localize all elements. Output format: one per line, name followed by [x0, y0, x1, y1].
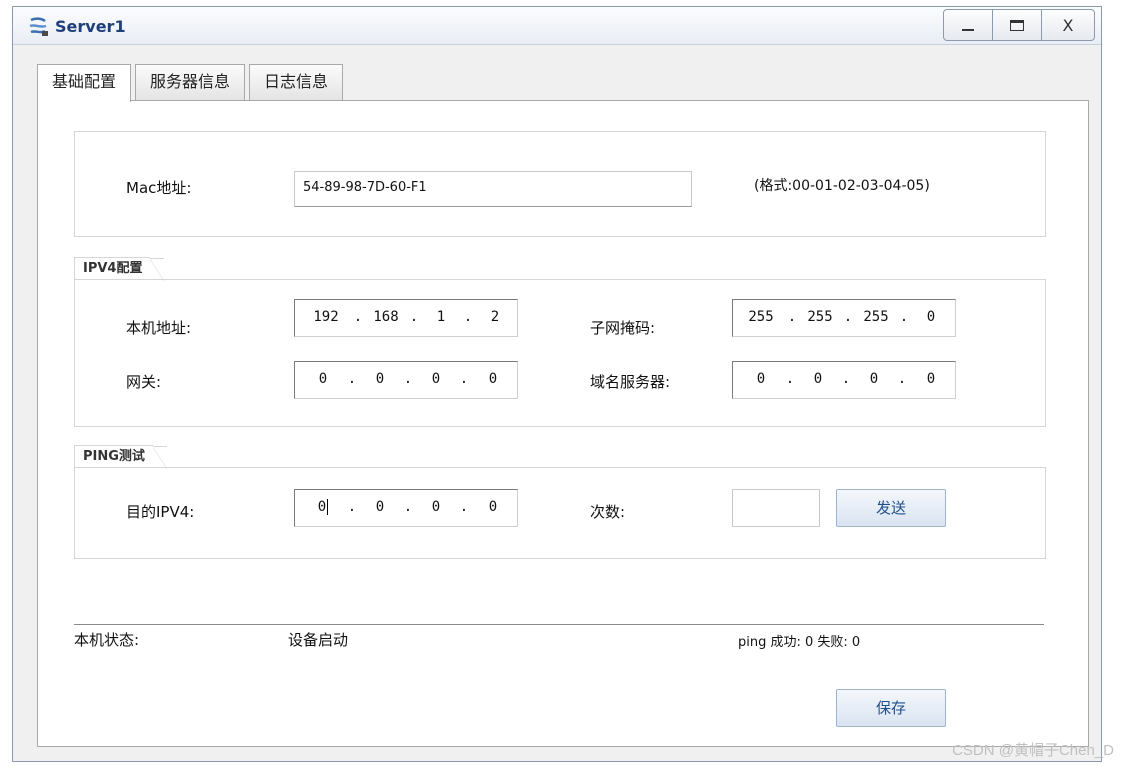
ip-octet: 0 — [926, 309, 936, 325]
ip-octet: 0 — [431, 371, 441, 387]
save-button[interactable]: 保存 — [836, 689, 946, 727]
local-status-value: 设备启动 — [288, 631, 349, 649]
gateway-field[interactable]: 0. 0. 0. 0 — [294, 361, 518, 399]
ip-dot: . — [843, 309, 853, 325]
ip-octet: 0 — [869, 371, 879, 387]
close-icon: X — [1062, 15, 1074, 35]
ip-octet: 0 — [375, 499, 385, 515]
local-address-label: 本机地址: — [126, 319, 192, 337]
basic-config-panel: Mac地址: 54-89-98-7D-60-F1 (格式:00-01-02-03… — [37, 100, 1089, 747]
ip-octet: 0 — [756, 371, 766, 387]
ping-group-title: PING测试 — [74, 445, 167, 469]
ip-dot: . — [403, 371, 413, 387]
send-button[interactable]: 发送 — [836, 489, 946, 527]
ip-dot: . — [463, 309, 473, 325]
ipv4-group-title: IPV4配置 — [74, 257, 166, 281]
tab-bar: 基础配置 服务器信息 日志信息 — [37, 64, 347, 102]
ip-dot: . — [841, 371, 851, 387]
maximize-icon — [1010, 19, 1024, 31]
dest-ipv4-label: 目的IPV4: — [126, 503, 195, 521]
gateway-label: 网关: — [126, 373, 162, 391]
ip-dot: . — [347, 499, 357, 515]
ip-dot: . — [897, 371, 907, 387]
close-button[interactable]: X — [1041, 9, 1095, 41]
tab-server-info[interactable]: 服务器信息 — [135, 64, 246, 100]
ip-octet: 1 — [436, 309, 446, 325]
tab-log-info[interactable]: 日志信息 — [249, 64, 344, 100]
dest-ipv4-field[interactable]: 0. 0. 0. 0 — [294, 489, 518, 527]
count-label: 次数: — [590, 503, 626, 521]
tab-basic-config[interactable]: 基础配置 — [37, 64, 132, 102]
ip-octet: 0 — [813, 371, 823, 387]
text-caret — [327, 499, 329, 515]
minimize-button[interactable] — [943, 9, 993, 41]
window-controls: X — [943, 9, 1095, 41]
ip-octet: 0 — [375, 371, 385, 387]
server1-window: Server1 X 基础配置 服务器信息 日志信息 Mac地址: 54-89-9… — [12, 6, 1102, 762]
title-bar[interactable]: Server1 X — [13, 7, 1101, 45]
ip-octet: 0 — [488, 499, 498, 515]
ip-dot: . — [459, 499, 469, 515]
local-status-label: 本机状态: — [74, 631, 140, 649]
ip-dot: . — [899, 309, 909, 325]
ip-dot: . — [347, 371, 357, 387]
mac-address-field[interactable]: 54-89-98-7D-60-F1 — [294, 171, 692, 207]
ip-dot: . — [353, 309, 363, 325]
dns-server-field[interactable]: 0. 0. 0. 0 — [732, 361, 956, 399]
ip-octet: 0 — [926, 371, 936, 387]
status-divider — [74, 624, 1044, 625]
ip-octet: 255 — [748, 309, 774, 325]
ip-octet: 2 — [490, 309, 500, 325]
ping-result-text: ping 成功: 0 失败: 0 — [738, 635, 861, 650]
ip-dot: . — [409, 309, 419, 325]
local-address-field[interactable]: 192. 168. 1. 2 — [294, 299, 518, 337]
window-title: Server1 — [55, 17, 126, 36]
count-field[interactable] — [732, 489, 820, 527]
csdn-watermark: CSDN @黄帽子Chen_D — [952, 742, 1114, 759]
minimize-icon — [962, 29, 974, 31]
mac-format-hint: (格式:00-01-02-03-04-05) — [754, 178, 930, 194]
ip-octet: 0 — [301, 490, 345, 526]
maximize-button[interactable] — [992, 9, 1042, 41]
ip-octet: 255 — [807, 309, 833, 325]
ip-octet: 0 — [488, 371, 498, 387]
dns-server-label: 域名服务器: — [590, 373, 671, 391]
ip-dot: . — [403, 499, 413, 515]
ip-octet: 0 — [318, 371, 328, 387]
ip-dot: . — [787, 309, 797, 325]
ip-octet: 255 — [863, 309, 889, 325]
mac-label: Mac地址: — [126, 179, 192, 197]
ip-dot: . — [785, 371, 795, 387]
ip-dot: . — [459, 371, 469, 387]
subnet-mask-label: 子网掩码: — [590, 319, 656, 337]
ip-octet: 0 — [431, 499, 441, 515]
subnet-mask-field[interactable]: 255. 255. 255. 0 — [732, 299, 956, 337]
ip-octet-value: 0 — [317, 499, 327, 515]
ip-octet: 168 — [373, 309, 399, 325]
ip-octet: 192 — [313, 309, 339, 325]
server-app-icon — [29, 17, 48, 36]
